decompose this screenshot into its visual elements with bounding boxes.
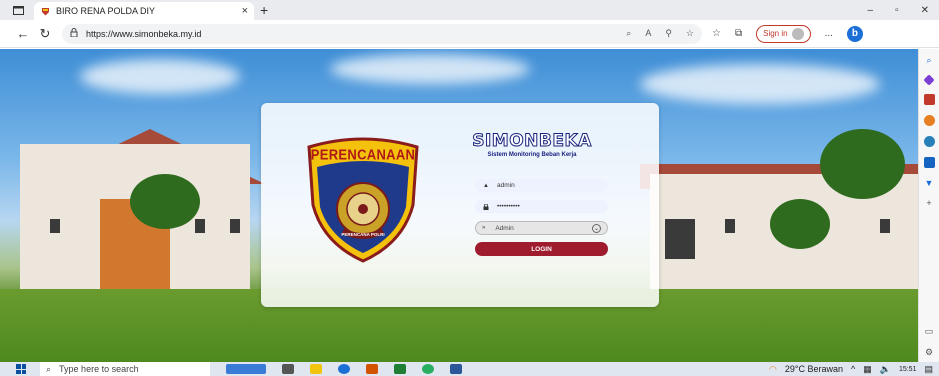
window-shape	[665, 219, 695, 259]
browser-tabstrip: BIRO RENA POLDA DIY × + – ▫ ✕	[0, 0, 939, 20]
address-bar[interactable]: https://www.simonbeka.my.id ⌕ A ⚲ ☆	[62, 23, 702, 44]
chevron-up-icon[interactable]: ^	[851, 364, 855, 374]
chevron-right-icon: »	[482, 225, 486, 231]
perencanaan-emblem: PERENCANAAN PERENCANA POLRI	[303, 135, 423, 263]
tools-icon[interactable]	[923, 94, 935, 105]
task-view-icon[interactable]	[282, 364, 294, 374]
powerpoint-icon[interactable]	[366, 364, 378, 374]
avatar-icon	[791, 27, 804, 40]
password-value: ••••••••••	[497, 203, 520, 210]
windows-start-icon[interactable]	[16, 364, 26, 374]
app-subtitle: Sistem Monitoring Beban Kerja	[487, 152, 577, 158]
refresh-icon[interactable]: ↻	[34, 23, 56, 45]
taskbar-search-input[interactable]: ⌕ Type here to search	[40, 362, 210, 376]
file-explorer-icon[interactable]	[310, 364, 322, 374]
settings-icon[interactable]: ⚙	[925, 347, 933, 358]
browser-actions: ☆ ⧉ Sign in ... b	[712, 24, 863, 43]
tree-shape	[820, 129, 905, 199]
search-icon[interactable]: ⌕	[926, 55, 931, 66]
app-branding: SIMONBEKA Sistem Monitoring Beban Kerja	[457, 131, 607, 159]
chevron-down-icon: ⌄	[592, 223, 601, 233]
username-field[interactable]: ▲ admin	[475, 179, 608, 192]
app-name: SIMONBEKA	[472, 131, 592, 152]
window-controls: – ▫ ✕	[868, 5, 930, 16]
tree-shape	[130, 174, 200, 229]
lock-icon	[483, 203, 489, 210]
favorites-add-icon[interactable]: ☆	[686, 28, 694, 39]
excel-icon[interactable]	[394, 364, 406, 374]
screen: BIRO RENA POLDA DIY × + – ▫ ✕ ← ↻ https:…	[0, 0, 939, 376]
url-text: https://www.simonbeka.my.id	[86, 28, 202, 39]
taskbar: ⌕ Type here to search ◠ 29°C Berawan ^ ▦…	[0, 362, 939, 376]
edge-icon[interactable]	[338, 364, 350, 374]
tree-shape	[770, 199, 830, 249]
browser-tab-active[interactable]: BIRO RENA POLDA DIY ×	[34, 2, 254, 20]
drop-icon[interactable]: ▼	[925, 178, 934, 188]
role-select[interactable]: » Admin ⌄	[475, 221, 608, 235]
weather-text[interactable]: 29°C Berawan	[785, 364, 843, 374]
office-icon[interactable]	[923, 136, 935, 147]
address-bar-actions: ⌕ A ⚲ ☆	[626, 28, 694, 39]
edge-sidebar: ⌕ ▼ + ▭ ⚙	[918, 49, 939, 362]
volume-icon[interactable]: 🔈	[880, 364, 891, 375]
whatsapp-icon[interactable]	[422, 364, 434, 374]
emblem-text: PERENCANAAN	[310, 146, 416, 163]
search-icon[interactable]: ⌕	[626, 28, 631, 39]
browser-toolbar: ← ↻ https://www.simonbeka.my.id ⌕ A ⚲ ☆ …	[0, 20, 939, 48]
new-tab-icon[interactable]: +	[260, 2, 268, 18]
window-shape	[880, 219, 890, 233]
bing-icon[interactable]: b	[846, 25, 863, 42]
news-widget-icon[interactable]	[226, 364, 266, 374]
zoom-icon[interactable]: ⚲	[665, 28, 672, 39]
cloud-shape	[330, 54, 530, 84]
sign-in-label: Sign in	[763, 29, 788, 38]
back-icon[interactable]: ←	[12, 23, 34, 45]
lock-icon	[70, 28, 78, 39]
cloud-shape	[80, 59, 240, 94]
network-icon[interactable]: ▦	[863, 364, 872, 375]
login-button[interactable]: LOGIN	[475, 242, 608, 256]
username-value: admin	[497, 182, 515, 189]
more-menu-button[interactable]: ...	[825, 28, 833, 39]
role-selected-value: Admin	[495, 224, 514, 232]
cloud-shape	[640, 64, 880, 104]
window-shape	[725, 219, 735, 233]
password-field[interactable]: ••••••••••	[475, 200, 608, 213]
emblem-subtext: PERENCANA POLRI	[341, 232, 385, 237]
login-card: PERENCANAAN PERENCANA POLRI SIMONBEKA Si…	[261, 103, 659, 307]
games-icon[interactable]	[923, 115, 935, 126]
window-shape	[230, 219, 240, 233]
outlook-icon[interactable]	[923, 157, 935, 168]
notification-icon[interactable]: ▤	[924, 364, 933, 375]
sidebar-layout-icon[interactable]: ▭	[925, 326, 934, 337]
collections-icon[interactable]: ⧉	[735, 28, 742, 39]
add-icon[interactable]: +	[926, 198, 931, 208]
window-shape	[50, 219, 60, 233]
tab-actions-icon[interactable]	[8, 0, 28, 20]
sign-in-button[interactable]: Sign in	[756, 24, 811, 43]
system-tray: ◠ 29°C Berawan ^ ▦ 🔈 15:51 ▤	[769, 364, 933, 375]
close-window-icon[interactable]: ✕	[921, 5, 929, 16]
window-shape	[195, 219, 205, 233]
shopping-icon[interactable]	[923, 74, 935, 86]
restore-icon[interactable]: ▫	[895, 5, 899, 16]
favorites-icon[interactable]: ☆	[712, 28, 721, 39]
favicon-icon	[40, 6, 50, 16]
close-tab-icon[interactable]: ×	[242, 5, 248, 17]
tab-title: BIRO RENA POLDA DIY	[56, 6, 156, 16]
user-icon: ▲	[483, 182, 489, 189]
read-aloud-icon[interactable]: A	[645, 28, 651, 39]
weather-icon: ◠	[768, 363, 777, 374]
clock[interactable]: 15:51	[899, 366, 917, 373]
minimize-icon[interactable]: –	[868, 5, 874, 16]
search-icon: ⌕	[46, 363, 52, 374]
word-icon[interactable]	[450, 364, 462, 374]
search-placeholder: Type here to search	[59, 364, 139, 374]
